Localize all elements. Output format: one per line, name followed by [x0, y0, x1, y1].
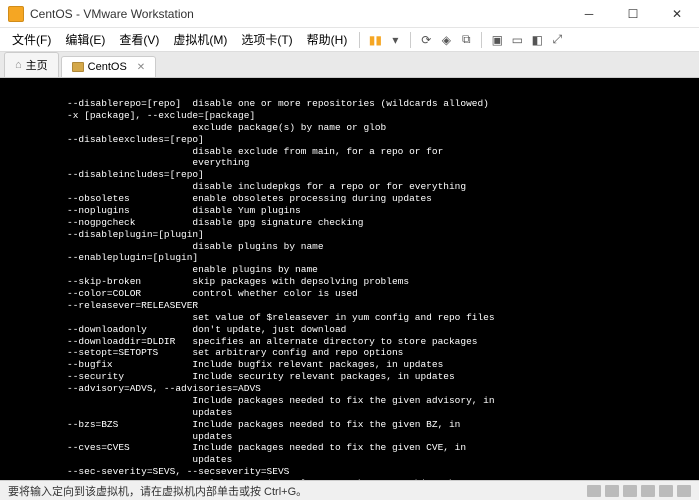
stretch-button[interactable]: ⤢ [548, 31, 566, 49]
tab-close-icon[interactable]: ✕ [137, 62, 145, 73]
menu-file[interactable]: 文件(F) [6, 29, 57, 50]
device-icon[interactable] [659, 485, 673, 497]
menu-view[interactable]: 查看(V) [113, 29, 165, 50]
tab-home-label: 主页 [26, 57, 48, 73]
menu-vm[interactable]: 虚拟机(M) [167, 29, 233, 50]
tab-centos[interactable]: CentOS ✕ [61, 56, 157, 77]
menubar: 文件(F) 编辑(E) 查看(V) 虚拟机(M) 选项卡(T) 帮助(H) ▮▮… [0, 28, 699, 52]
device-icon[interactable] [677, 485, 691, 497]
tab-home[interactable]: ⌂ 主页 [4, 52, 59, 77]
device-icon[interactable] [623, 485, 637, 497]
app-icon [8, 6, 24, 22]
status-hint: 要将输入定向到该虚拟机，请在虚拟机内部单击或按 Ctrl+G。 [8, 483, 307, 499]
pause-button[interactable]: ▮▮ [366, 31, 384, 49]
separator [481, 32, 482, 48]
send-ctrlaltdel-button[interactable]: ⟳ [417, 31, 435, 49]
separator [359, 32, 360, 48]
window-title: CentOS - VMware Workstation [30, 7, 567, 21]
menu-tabs[interactable]: 选项卡(T) [235, 29, 298, 50]
status-device-icons [587, 485, 691, 497]
thumbnail-button[interactable]: ◧ [528, 31, 546, 49]
device-icon[interactable] [605, 485, 619, 497]
vm-console[interactable]: --disablerepo=[repo] disable one or more… [0, 78, 699, 480]
device-icon[interactable] [641, 485, 655, 497]
unity-button[interactable]: ▭ [508, 31, 526, 49]
titlebar: CentOS - VMware Workstation ─ ☐ ✕ [0, 0, 699, 28]
menu-help[interactable]: 帮助(H) [301, 29, 354, 50]
home-icon: ⌂ [15, 59, 22, 71]
device-icon[interactable] [587, 485, 601, 497]
close-button[interactable]: ✕ [655, 0, 699, 28]
vm-icon [72, 62, 84, 72]
statusbar: 要将输入定向到该虚拟机，请在虚拟机内部单击或按 Ctrl+G。 [0, 480, 699, 500]
separator [410, 32, 411, 48]
maximize-button[interactable]: ☐ [611, 0, 655, 28]
tab-bar: ⌂ 主页 CentOS ✕ [0, 52, 699, 78]
toolbar-dropdown[interactable]: ▾ [386, 31, 404, 49]
snapshot-button[interactable]: ◈ [437, 31, 455, 49]
fullscreen-button[interactable]: ▣ [488, 31, 506, 49]
menu-edit[interactable]: 编辑(E) [59, 29, 111, 50]
terminal-output[interactable]: --disablerepo=[repo] disable one or more… [0, 78, 699, 480]
tab-centos-label: CentOS [88, 61, 127, 73]
snapshot-manager-button[interactable]: ⧉ [457, 31, 475, 49]
minimize-button[interactable]: ─ [567, 0, 611, 28]
